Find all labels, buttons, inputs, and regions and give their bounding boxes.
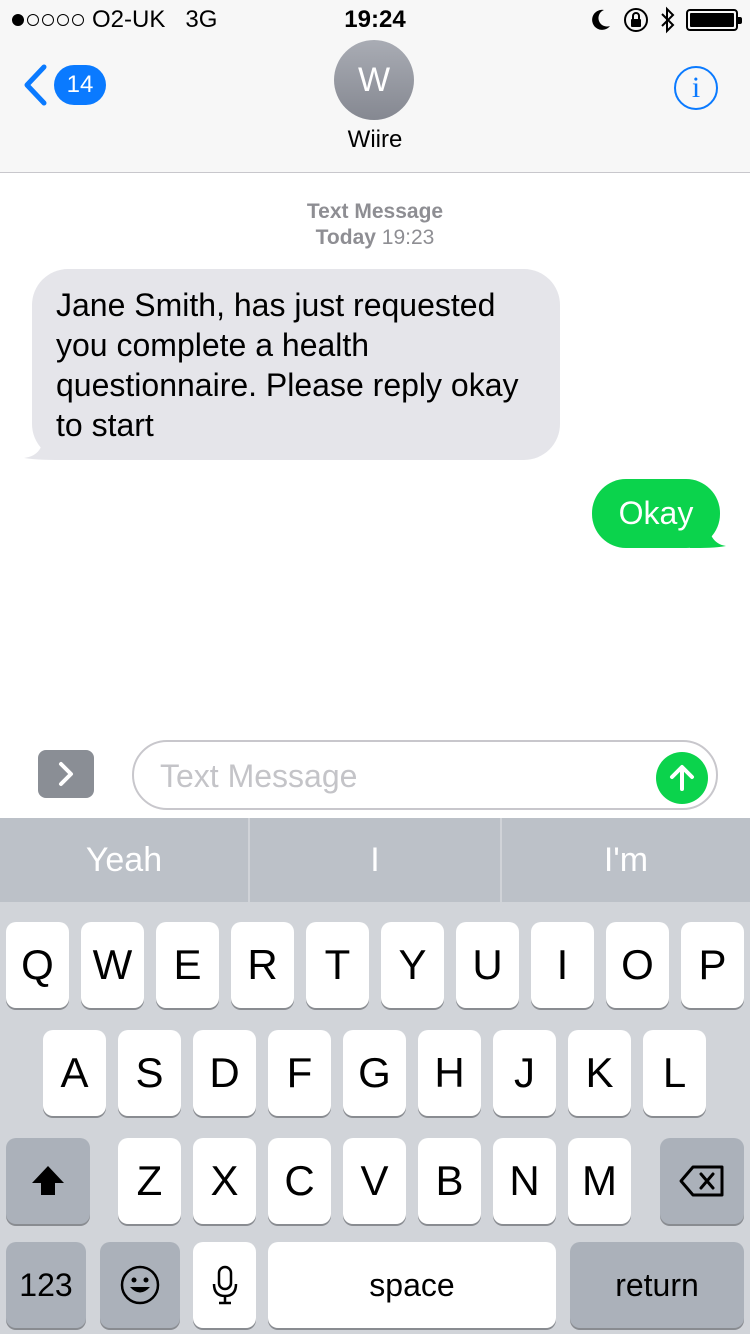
key-d[interactable]: D xyxy=(193,1030,256,1116)
status-bar: O2-UK 3G 19:24 xyxy=(0,0,750,40)
key-a[interactable]: A xyxy=(43,1030,106,1116)
key-x[interactable]: X xyxy=(193,1138,256,1224)
arrow-up-icon xyxy=(670,765,694,791)
key-l[interactable]: L xyxy=(643,1030,706,1116)
return-key[interactable]: return xyxy=(570,1242,744,1328)
chevron-right-icon xyxy=(59,762,73,786)
emoji-key[interactable] xyxy=(100,1242,180,1328)
info-icon: i xyxy=(691,71,701,104)
battery-icon xyxy=(686,9,742,31)
info-button[interactable]: i xyxy=(674,66,718,110)
predictive-text-bar: Yeah I I'm xyxy=(0,818,750,902)
key-p[interactable]: P xyxy=(681,922,744,1008)
key-j[interactable]: J xyxy=(493,1030,556,1116)
key-t[interactable]: T xyxy=(306,922,369,1008)
key-v[interactable]: V xyxy=(343,1138,406,1224)
smiley-icon xyxy=(120,1265,160,1305)
key-u[interactable]: U xyxy=(456,922,519,1008)
chevron-left-icon xyxy=(24,64,47,106)
space-key[interactable]: space xyxy=(268,1242,556,1328)
back-button[interactable]: 14 xyxy=(22,64,106,106)
send-button[interactable] xyxy=(656,752,708,804)
key-y[interactable]: Y xyxy=(381,922,444,1008)
key-b[interactable]: B xyxy=(418,1138,481,1224)
contact-avatar[interactable]: W xyxy=(334,40,414,120)
key-m[interactable]: M xyxy=(568,1138,631,1224)
shift-arrow-icon xyxy=(32,1166,64,1195)
unread-count-badge: 14 xyxy=(54,65,106,105)
numbers-key[interactable]: 123 xyxy=(6,1242,86,1328)
backspace-icon xyxy=(679,1165,724,1197)
message-input-container xyxy=(132,740,718,810)
date-label: Today 19:23 xyxy=(315,226,435,249)
shift-key[interactable] xyxy=(6,1138,90,1224)
do-not-disturb-moon-icon xyxy=(592,9,610,30)
service-label: Text Message xyxy=(306,200,444,223)
key-h[interactable]: H xyxy=(418,1030,481,1116)
contact-name[interactable]: Wiire xyxy=(0,126,750,154)
key-o[interactable]: O xyxy=(606,922,669,1008)
rotation-lock-icon xyxy=(624,8,648,32)
key-z[interactable]: Z xyxy=(118,1138,181,1224)
key-c[interactable]: C xyxy=(268,1138,331,1224)
key-k[interactable]: K xyxy=(568,1030,631,1116)
bluetooth-icon xyxy=(661,6,675,34)
app-drawer-button[interactable] xyxy=(38,750,94,798)
prediction-1[interactable]: Yeah xyxy=(0,818,248,902)
key-g[interactable]: G xyxy=(343,1030,406,1116)
delete-key[interactable] xyxy=(660,1138,744,1224)
key-r[interactable]: R xyxy=(231,922,294,1008)
key-f[interactable]: F xyxy=(268,1030,331,1116)
status-bar-right xyxy=(590,6,742,34)
prediction-2[interactable]: I xyxy=(250,818,500,902)
key-i[interactable]: I xyxy=(531,922,594,1008)
dictation-key[interactable] xyxy=(193,1242,256,1328)
key-q[interactable]: Q xyxy=(6,922,69,1008)
conversation-header: 14 W Wiire i xyxy=(0,40,750,173)
microphone-icon xyxy=(212,1265,237,1305)
message-input[interactable] xyxy=(160,754,640,798)
key-w[interactable]: W xyxy=(81,922,144,1008)
key-n[interactable]: N xyxy=(493,1138,556,1224)
incoming-message-bubble[interactable]: Jane Smith, has just requested you compl… xyxy=(32,269,560,460)
key-e[interactable]: E xyxy=(156,922,219,1008)
key-s[interactable]: S xyxy=(118,1030,181,1116)
keyboard: Yeah I I'm Q W E R T Y U I O P A S D F G… xyxy=(0,818,750,1334)
outgoing-message-bubble[interactable]: Okay xyxy=(592,479,720,548)
prediction-3[interactable]: I'm xyxy=(502,818,750,902)
message-timestamp: Text Message Today 19:23 xyxy=(0,199,750,251)
